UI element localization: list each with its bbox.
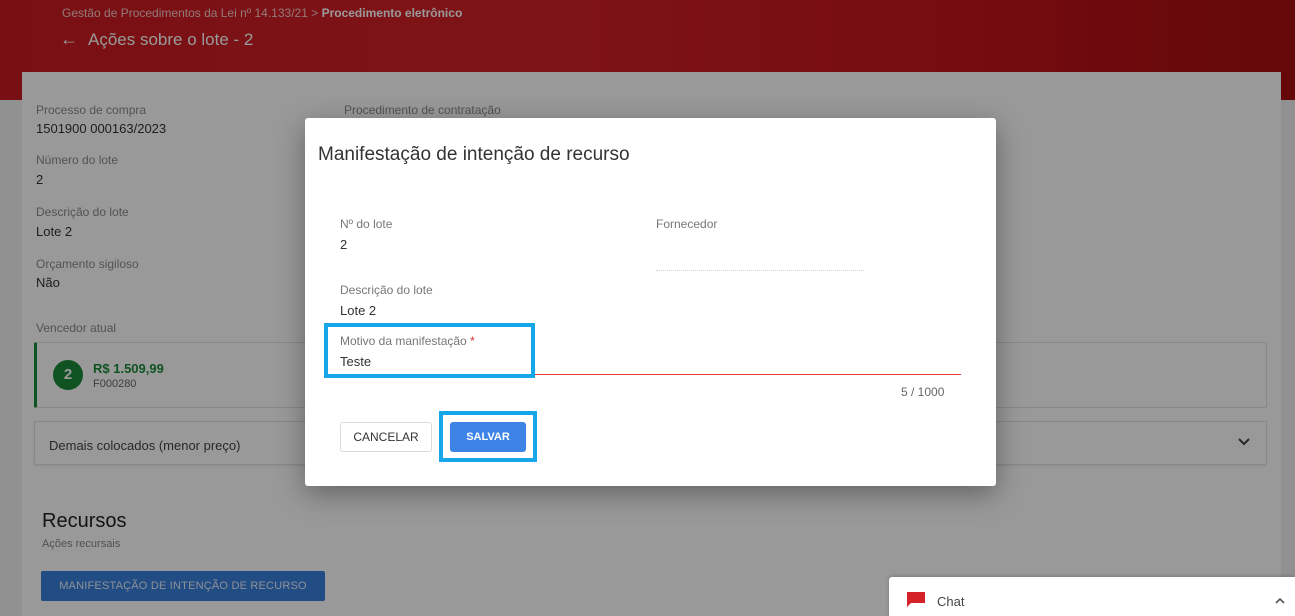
chevron-up-icon[interactable]: [1273, 594, 1287, 608]
save-highlight-box: [439, 411, 537, 462]
cancel-button[interactable]: CANCELAR: [340, 422, 432, 452]
chat-label: Chat: [937, 594, 965, 609]
fornecedor-label: Fornecedor: [656, 217, 718, 231]
lote-number-label: Nº do lote: [340, 217, 393, 231]
manifestacao-dialog: Manifestação de intenção de recurso Nº d…: [305, 118, 996, 486]
motivo-highlight-box: [324, 323, 535, 378]
chat-icon: [907, 592, 925, 607]
fornecedor-field: [656, 270, 864, 271]
dialog-title: Manifestação de intenção de recurso: [318, 144, 630, 165]
chat-widget[interactable]: Chat: [889, 577, 1295, 616]
lote-number-value: 2: [340, 237, 348, 252]
descricao-lote-value: Lote 2: [340, 303, 377, 318]
character-counter: 5 / 1000: [901, 385, 945, 399]
descricao-lote-label: Descrição do lote: [340, 283, 433, 297]
